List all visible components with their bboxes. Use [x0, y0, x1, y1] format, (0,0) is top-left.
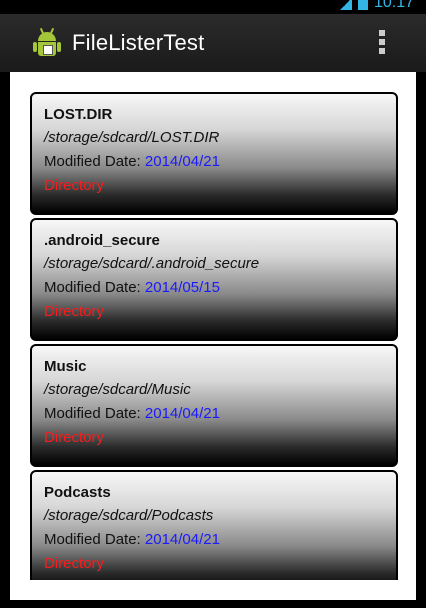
- file-name: Music: [44, 358, 87, 375]
- file-item[interactable]: Podcasts /storage/sdcard/Podcasts Modifi…: [30, 470, 398, 580]
- file-path: /storage/sdcard/LOST.DIR: [44, 129, 220, 146]
- file-modified-row: Modified Date: 2014/04/21: [44, 150, 384, 174]
- file-name: .android_secure: [44, 232, 160, 249]
- file-name: LOST.DIR: [44, 106, 113, 123]
- device-screen: 10:17 FileListerTest LOST.DIR /storage/s…: [0, 0, 426, 608]
- file-list[interactable]: LOST.DIR /storage/sdcard/LOST.DIR Modifi…: [30, 92, 400, 580]
- modified-label: Modified Date:: [44, 279, 141, 296]
- left-border: [0, 72, 10, 600]
- signal-icon: [337, 0, 352, 10]
- file-type: Directory: [44, 177, 105, 194]
- file-path: /storage/sdcard/Music: [44, 381, 191, 398]
- file-item[interactable]: .android_secure /storage/sdcard/.android…: [30, 218, 398, 341]
- file-path: /storage/sdcard/.android_secure: [44, 255, 260, 272]
- file-path: /storage/sdcard/Podcasts: [44, 507, 214, 524]
- overflow-menu-icon[interactable]: [372, 27, 392, 57]
- file-modified-row: Modified Date: 2014/04/21: [44, 528, 384, 552]
- modified-date: 2014/04/21: [144, 153, 220, 170]
- bottom-border: [0, 600, 426, 608]
- file-type: Directory: [44, 303, 105, 320]
- file-name: Podcasts: [44, 484, 111, 501]
- modified-date: 2014/04/21: [144, 531, 220, 548]
- modified-date: 2014/05/15: [144, 279, 220, 296]
- right-border: [416, 72, 426, 600]
- modified-label: Modified Date:: [44, 153, 141, 170]
- action-bar: FileListerTest: [0, 14, 426, 72]
- status-bar: 10:17: [0, 0, 426, 14]
- file-type: Directory: [44, 429, 105, 446]
- battery-icon: [357, 0, 368, 10]
- app-title: FileListerTest: [72, 30, 205, 55]
- file-item[interactable]: LOST.DIR /storage/sdcard/LOST.DIR Modifi…: [30, 92, 398, 215]
- file-item[interactable]: Music /storage/sdcard/Music Modified Dat…: [30, 344, 398, 467]
- file-type: Directory: [44, 555, 105, 572]
- modified-label: Modified Date:: [44, 405, 141, 422]
- modified-date: 2014/04/21: [144, 405, 220, 422]
- file-modified-row: Modified Date: 2014/05/15: [44, 276, 384, 300]
- status-icons: 10:17: [337, 0, 414, 12]
- content-area: LOST.DIR /storage/sdcard/LOST.DIR Modifi…: [10, 72, 416, 600]
- modified-label: Modified Date:: [44, 531, 141, 548]
- file-modified-row: Modified Date: 2014/04/21: [44, 402, 384, 426]
- android-icon[interactable]: [32, 27, 62, 58]
- status-clock: 10:17: [373, 0, 414, 11]
